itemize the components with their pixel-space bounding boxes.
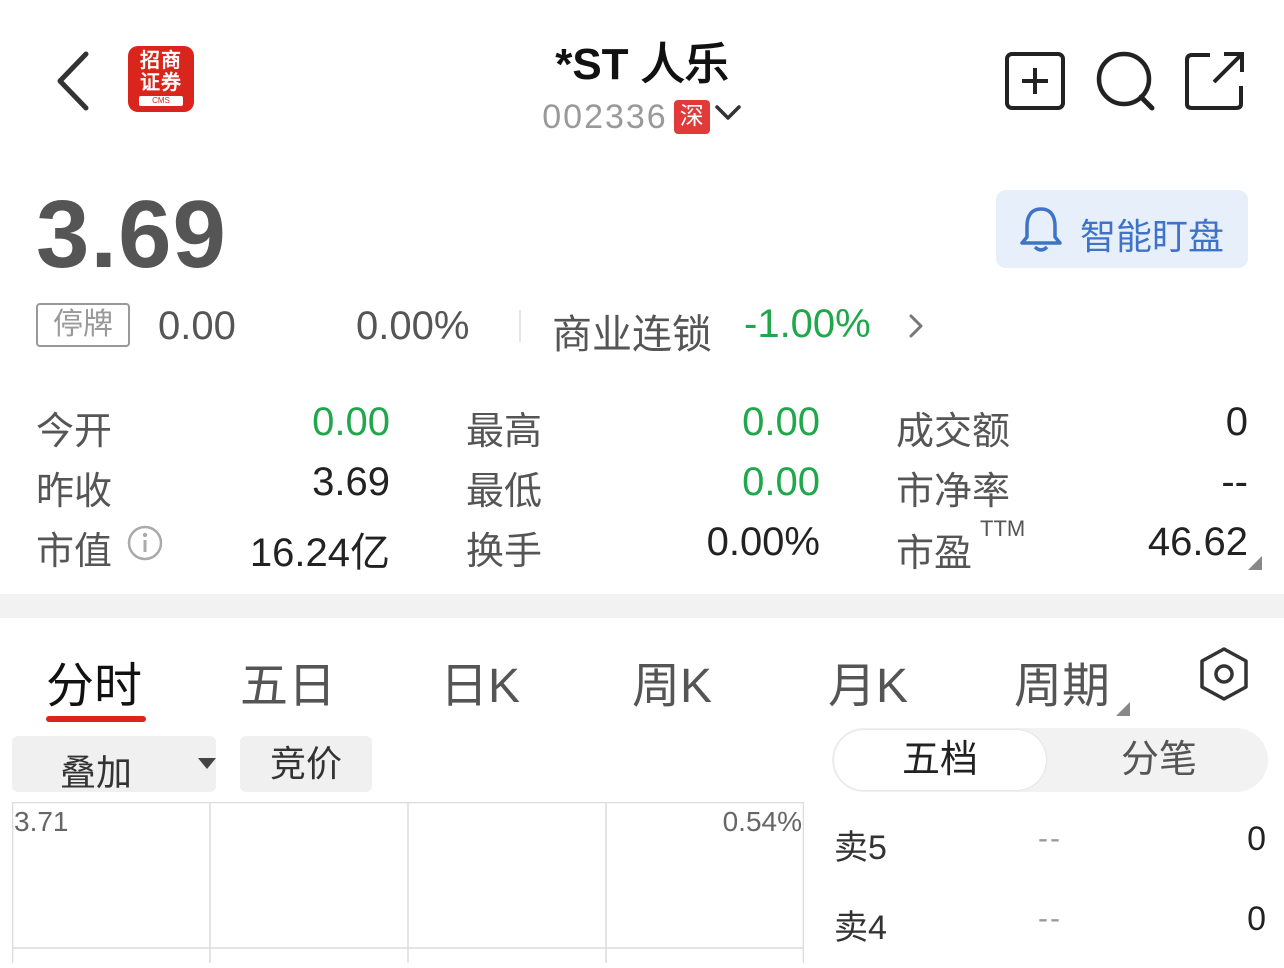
sector-name[interactable]: 商业连锁 <box>552 302 712 360</box>
stat-open-value: 0.00 <box>312 400 390 444</box>
active-tab-indicator <box>46 716 146 722</box>
segment-five-levels[interactable]: 五档 <box>834 730 1046 790</box>
tab-weekly-k[interactable]: 周K <box>632 646 712 716</box>
stat-prev-close-label: 昨收 <box>36 471 113 513</box>
stat-pe-value: 46.62 <box>1147 520 1248 564</box>
ask-5-price: -- <box>1038 822 1062 855</box>
stat-mkt-cap-label: 市值 <box>36 531 113 573</box>
stat-turnover-value: 0.00% <box>706 520 820 564</box>
status-badge: 停牌 <box>36 303 130 347</box>
section-divider <box>0 594 1284 618</box>
stat-mkt-cap-value: 16.24亿 <box>249 531 390 575</box>
chart-price-max: 3.71 <box>14 806 69 837</box>
broker-logo: 招商 证券 CMS <box>128 46 194 112</box>
stat-turnover-label: 换手 <box>466 531 543 573</box>
add-watchlist-icon[interactable] <box>1004 50 1066 112</box>
stat-prev-close-value: 3.69 <box>312 460 390 504</box>
smart-alert-button[interactable]: 智能盯盘 <box>996 190 1248 268</box>
ask-4-label: 卖4 <box>834 909 887 947</box>
back-button[interactable] <box>52 48 96 114</box>
price-change-pct: 0.00% <box>356 304 470 348</box>
stat-low-value: 0.00 <box>742 460 820 504</box>
stock-code: 002336 <box>542 98 668 136</box>
expand-corner-icon[interactable] <box>1248 556 1262 570</box>
overlay-label: 叠加 <box>60 752 133 793</box>
tab-monthly-k[interactable]: 月K <box>828 646 908 716</box>
ask-5-label: 卖5 <box>834 829 887 867</box>
segment-tick-detail[interactable]: 分笔 <box>1050 728 1268 792</box>
sector-change-pct[interactable]: -1.00% <box>744 302 871 347</box>
chevron-left-icon <box>57 51 89 111</box>
stat-amount-value: 0 <box>1225 400 1248 444</box>
stat-pe-suffix: TTM <box>980 516 1026 541</box>
chevron-down-icon <box>714 92 742 131</box>
stock-name: *ST 人乐 <box>555 40 729 89</box>
stat-open-label: 今开 <box>36 411 113 453</box>
ask-4-price: -- <box>1038 902 1062 935</box>
chart-pct-max: 0.54% <box>722 806 802 837</box>
search-icon[interactable] <box>1094 50 1156 112</box>
stat-pb-label: 市净率 <box>896 471 1011 513</box>
auction-button[interactable]: 竞价 <box>240 736 372 792</box>
tab-period[interactable]: 周期 <box>1014 646 1110 716</box>
ask-4-volume: 0 <box>1247 900 1266 938</box>
stat-pe-label: 市盈 <box>896 533 973 575</box>
period-corner-icon <box>1116 702 1130 716</box>
info-icon[interactable] <box>126 524 164 567</box>
stock-code-selector[interactable]: 002336 深 <box>400 92 884 137</box>
smart-alert-label: 智能盯盘 <box>1080 216 1225 257</box>
price-change: 0.00 <box>158 304 236 348</box>
last-price: 3.69 <box>36 181 227 288</box>
tab-daily-k[interactable]: 日K <box>440 646 520 716</box>
stat-amount-label: 成交额 <box>896 411 1011 453</box>
ask-5-volume: 0 <box>1247 820 1266 858</box>
stat-high-label: 最高 <box>466 411 543 453</box>
tab-intraday[interactable]: 分时 <box>46 646 142 716</box>
hexagon-settings-icon[interactable] <box>1198 646 1250 702</box>
share-icon[interactable] <box>1184 50 1246 112</box>
caret-down-icon <box>198 758 216 769</box>
bell-icon <box>1020 207 1062 252</box>
stat-pb-value: -- <box>1221 460 1248 504</box>
stat-low-label: 最低 <box>466 471 543 513</box>
order-book-segment: 五档 分笔 <box>832 728 1268 792</box>
overlay-dropdown[interactable]: 叠加 <box>12 736 216 793</box>
divider <box>519 310 521 342</box>
market-badge: 深 <box>673 100 710 134</box>
stat-high-value: 0.00 <box>742 400 820 444</box>
chevron-right-icon[interactable] <box>906 312 926 345</box>
tab-five-day[interactable]: 五日 <box>240 646 336 716</box>
